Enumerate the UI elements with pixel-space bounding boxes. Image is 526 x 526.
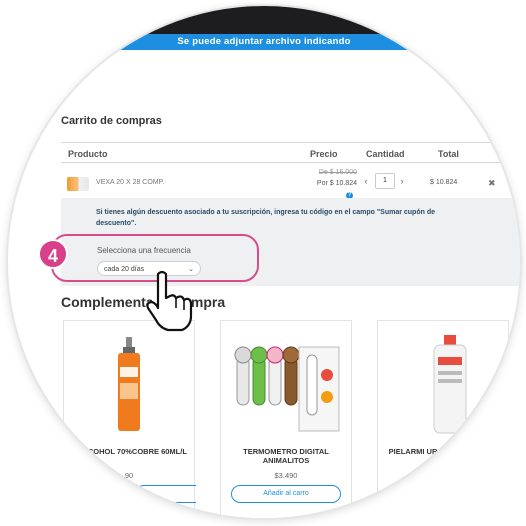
discount-note: Si tienes algún descuento asociado a tu …: [96, 209, 436, 227]
remove-x-icon[interactable]: ✖: [488, 178, 496, 189]
product-card-name[interactable]: S ALCOHOL 70%COBRE 60ML/L: [64, 447, 194, 456]
product-thumbnail[interactable]: [67, 177, 89, 191]
header-total: Total: [438, 149, 459, 159]
pointer-hand-icon: [146, 270, 193, 332]
product-card[interactable]: TERMOMETRO DIGITAL ANIMALITOS $3.490 Aña…: [220, 320, 352, 518]
quantity-stepper: ‹ 1 ›: [359, 173, 419, 189]
frequency-label: Selecciona una frecuencia: [97, 246, 191, 255]
add-to-cart-button[interactable]: Añadir al carro: [231, 485, 341, 503]
step-number-badge: 4: [38, 239, 68, 269]
decrease-chevron-icon[interactable]: ‹: [361, 175, 371, 187]
product-card-price: $3.490: [274, 471, 298, 480]
current-price: Por $ 10.824: [316, 180, 357, 187]
frequency-selected-value: cada 20 días: [104, 266, 145, 273]
product-name[interactable]: VEXA 20 X 28 COMP.: [96, 179, 164, 186]
lotion-bottle-image: [433, 335, 467, 434]
product-card[interactable]: PIELARMI UR: [377, 320, 509, 518]
page-viewport: Se puede adjuntar archivo indicando Carr…: [8, 6, 520, 518]
header-product: Producto: [68, 149, 108, 159]
header-price: Precio: [310, 149, 338, 159]
product-card-price: 90: [124, 471, 134, 480]
divider: [61, 142, 520, 143]
thermometer-set-image: [234, 346, 340, 432]
add-to-cart-button[interactable]: [135, 485, 196, 503]
cart-title: Carrito de compras: [61, 115, 162, 127]
top-bar: [8, 6, 520, 34]
divider: [61, 162, 520, 163]
line-total: $ 10.824: [430, 179, 458, 186]
quantity-input[interactable]: 1: [375, 173, 395, 189]
price-cell: De $ 16.000 Por $ 10.824 ?: [297, 167, 357, 200]
product-card-name[interactable]: PIELARMI UR: [348, 447, 478, 456]
spray-bottle-image: [118, 337, 140, 431]
info-banner: Se puede adjuntar archivo indicando: [8, 34, 520, 50]
product-card[interactable]: S ALCOHOL 70%COBRE 60ML/L 90: [63, 320, 196, 518]
header-quantity: Cantidad: [366, 149, 405, 159]
original-price: De $ 16.000: [318, 169, 357, 176]
increase-chevron-icon[interactable]: ›: [397, 175, 407, 187]
product-card-name[interactable]: TERMOMETRO DIGITAL ANIMALITOS: [221, 447, 351, 465]
